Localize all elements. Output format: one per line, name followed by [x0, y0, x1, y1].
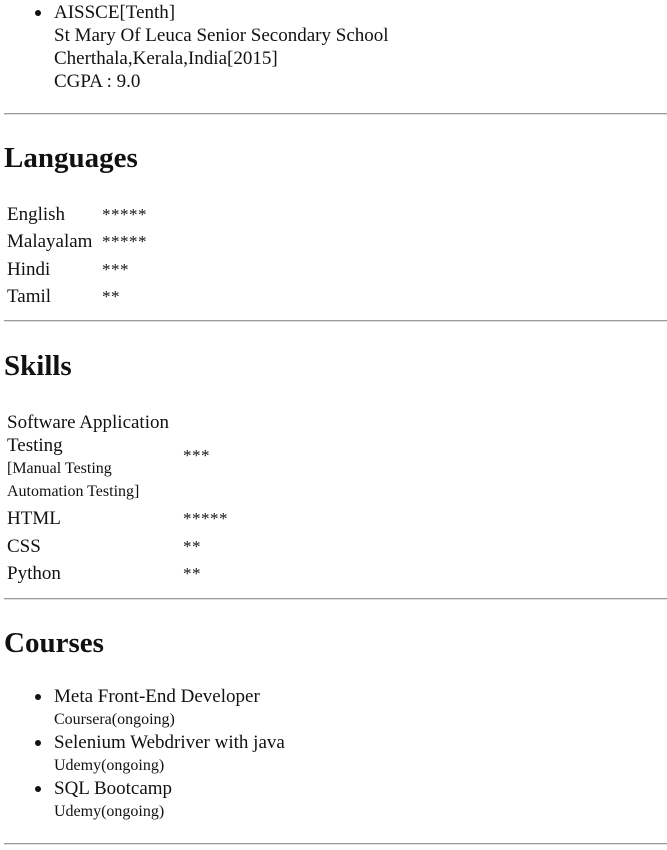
skill-name: Python — [7, 563, 61, 584]
course-provider: Udemy(ongoing) — [54, 803, 165, 820]
resume-page: AISSCE[Tenth] St Mary Of Leuca Senior Se… — [0, 0, 667, 850]
skill-rating: ** — [183, 537, 201, 556]
bullet-icon — [35, 694, 41, 700]
education-list: AISSCE[Tenth] St Mary Of Leuca Senior Se… — [35, 1, 389, 93]
course-provider: Coursera(ongoing) — [54, 711, 175, 728]
bullet-icon — [35, 786, 41, 792]
education-item: AISSCE[Tenth] St Mary Of Leuca Senior Se… — [35, 1, 389, 93]
skill-detail: [Manual Testing — [7, 460, 112, 477]
course-item: Meta Front-End Developer Coursera(ongoin… — [35, 685, 285, 731]
section-divider — [4, 320, 667, 322]
courses-list: Meta Front-End Developer Coursera(ongoin… — [35, 685, 285, 823]
section-divider — [4, 843, 667, 845]
language-name: Hindi — [7, 259, 51, 280]
language-rating: ***** — [102, 205, 147, 224]
education-title: AISSCE[Tenth] — [54, 2, 176, 23]
section-divider — [4, 598, 667, 600]
bullet-icon — [35, 740, 41, 746]
language-name: English — [7, 204, 66, 225]
bullet-icon — [35, 10, 41, 16]
course-title: SQL Bootcamp — [54, 778, 173, 799]
skills-heading: Skills — [4, 350, 72, 382]
language-rating: ** — [102, 287, 120, 306]
skill-name: HTML — [7, 508, 61, 529]
course-title: Selenium Webdriver with java — [54, 732, 285, 753]
education-school: St Mary Of Leuca Senior Secondary School — [54, 25, 389, 46]
skill-name-line: Software Application — [7, 412, 169, 433]
skill-name: CSS — [7, 536, 41, 557]
course-item: Selenium Webdriver with java Udemy(ongoi… — [35, 731, 285, 777]
courses-heading: Courses — [4, 627, 104, 659]
skill-rating: ** — [183, 564, 201, 583]
skill-name-line: Testing — [7, 435, 63, 456]
skill-name: Software Application Testing [Manual Tes… — [7, 411, 169, 503]
skill-detail: Automation Testing] — [7, 483, 140, 500]
course-provider: Udemy(ongoing) — [54, 757, 165, 774]
languages-heading: Languages — [4, 142, 138, 174]
skill-rating: *** — [183, 446, 210, 465]
language-rating: ***** — [102, 232, 147, 251]
language-name: Tamil — [7, 286, 52, 307]
course-item: SQL Bootcamp Udemy(ongoing) — [35, 777, 285, 823]
skill-rating: ***** — [183, 509, 228, 528]
education-grade: CGPA : 9.0 — [54, 71, 141, 92]
section-divider — [4, 113, 667, 115]
language-name: Malayalam — [7, 231, 93, 252]
course-title: Meta Front-End Developer — [54, 686, 260, 707]
language-rating: *** — [102, 260, 129, 279]
education-location: Cherthala,Kerala,India[2015] — [54, 48, 278, 69]
